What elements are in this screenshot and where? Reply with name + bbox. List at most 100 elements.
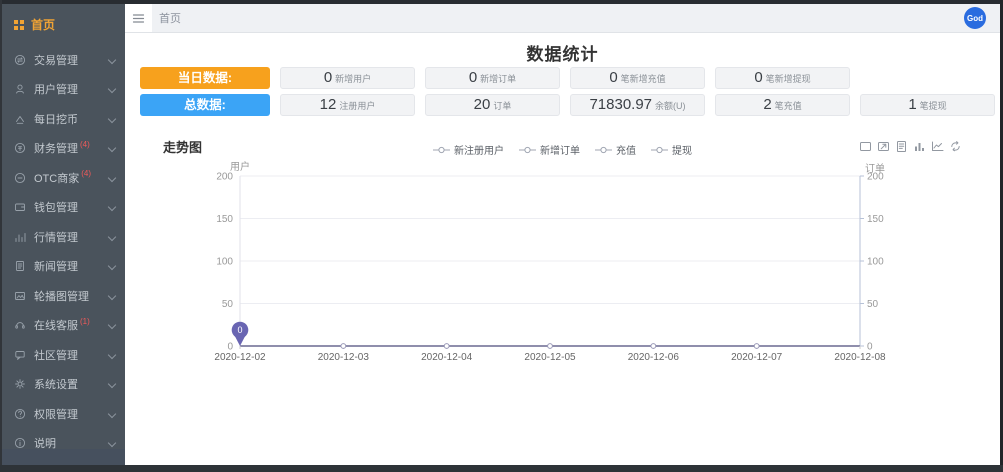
- hamburger-icon: [132, 12, 145, 25]
- community-icon: [14, 349, 26, 361]
- total-label-button[interactable]: 总数据:: [140, 94, 270, 116]
- stat-value: 2: [763, 95, 771, 115]
- otc-icon: [14, 172, 26, 184]
- chevron-down-icon: [108, 351, 116, 359]
- data-point: [754, 344, 759, 349]
- sidebar-item-label: 在线客服: [34, 317, 78, 333]
- stat-value: 12: [320, 95, 337, 115]
- page-title: 数据统计: [125, 40, 1000, 65]
- chevron-down-icon: [108, 56, 116, 64]
- sidebar-item-market[interactable]: 行情管理: [0, 222, 125, 252]
- notification-badge: (1): [80, 317, 90, 326]
- sidebar-item-label: 每日挖币: [34, 111, 78, 127]
- y-left-tick-label: 50: [222, 299, 234, 310]
- data-point: [444, 344, 449, 349]
- avatar[interactable]: God: [964, 7, 986, 29]
- sidebar-item-service[interactable]: 在线客服(1): [0, 311, 125, 341]
- daily-label-button[interactable]: 当日数据:: [140, 67, 270, 89]
- sidebar-home-label: 首页: [31, 16, 55, 33]
- daily-stat-card-3: 0笔新增提现: [715, 67, 850, 89]
- sidebar-item-finance[interactable]: 财务管理(4): [0, 134, 125, 164]
- sidebar-item-label: 财务管理: [34, 140, 78, 156]
- stat-unit: 订单: [493, 99, 511, 112]
- total-stat-card-0: 12注册用户: [280, 94, 415, 116]
- sidebar-item-label: 用户管理: [34, 81, 78, 97]
- stat-unit: 新增用户: [335, 72, 371, 85]
- banner-icon: [14, 290, 26, 302]
- stat-unit: 笔提现: [920, 99, 947, 112]
- users-icon: [14, 83, 26, 95]
- stat-value: 1: [908, 95, 916, 115]
- total-stat-card-1: 20订单: [425, 94, 560, 116]
- mark-point-value: 0: [237, 325, 242, 335]
- sidebar-item-label: 行情管理: [34, 229, 78, 245]
- wallet-icon: [14, 201, 26, 213]
- sidebar-item-label: 交易管理: [34, 52, 78, 68]
- topbar: 首页 God: [125, 4, 1000, 33]
- stat-unit: 笔新增充值: [621, 72, 666, 85]
- y-right-tick-label: 100: [867, 257, 884, 268]
- sidebar-item-news[interactable]: 新闻管理: [0, 252, 125, 282]
- sidebar-item-banner[interactable]: 轮播图管理: [0, 281, 125, 311]
- sidebar-item-label: 权限管理: [34, 406, 78, 422]
- sidebar-collapse-button[interactable]: [125, 4, 152, 32]
- settings-icon: [14, 378, 26, 390]
- x-tick-label: 2020-12-08: [834, 352, 886, 363]
- x-tick-label: 2020-12-02: [214, 352, 266, 363]
- chevron-down-icon: [108, 410, 116, 418]
- sidebar-item-settings[interactable]: 系统设置: [0, 370, 125, 400]
- stat-value: 71830.97: [589, 95, 652, 115]
- service-icon: [14, 319, 26, 331]
- chevron-down-icon: [108, 115, 116, 123]
- y-right-tick-label: 150: [867, 214, 884, 225]
- sidebar-item-home[interactable]: 首页: [0, 4, 125, 41]
- x-tick-label: 2020-12-03: [318, 352, 370, 363]
- chevron-down-icon: [108, 380, 116, 388]
- y-right-tick-label: 50: [867, 299, 879, 310]
- mining-icon: [14, 113, 26, 125]
- chevron-down-icon: [108, 233, 116, 241]
- sidebar-item-label: 钱包管理: [34, 199, 78, 215]
- y-left-tick-label: 0: [227, 342, 233, 353]
- stat-value: 20: [474, 95, 491, 115]
- permissions-icon: [14, 408, 26, 420]
- chevron-down-icon: [108, 174, 116, 182]
- stat-value: 0: [754, 68, 762, 88]
- sidebar-item-label: 社区管理: [34, 347, 78, 363]
- y-left-tick-label: 100: [216, 257, 233, 268]
- chevron-down-icon: [108, 321, 116, 329]
- sidebar-item-mining[interactable]: 每日挖币: [0, 104, 125, 134]
- sidebar-item-community[interactable]: 社区管理: [0, 340, 125, 370]
- home-grid-icon: [14, 20, 24, 30]
- mark-point-pin: 0: [232, 322, 249, 346]
- y-left-tick-label: 150: [216, 214, 233, 225]
- docs-icon: [14, 437, 26, 449]
- sidebar-item-permissions[interactable]: 权限管理: [0, 399, 125, 429]
- market-icon: [14, 231, 26, 243]
- main-content: 数据统计 当日数据:0新增用户0新增订单0笔新增充值0笔新增提现 总数据:12注…: [125, 32, 1000, 465]
- breadcrumb-tab-home[interactable]: 首页: [159, 10, 181, 26]
- sidebar-item-label: OTC商家: [34, 170, 79, 186]
- y-right-tick-label: 200: [867, 172, 884, 183]
- window-edge-top: [0, 0, 1003, 4]
- data-point: [651, 344, 656, 349]
- daily-stat-card-2: 0笔新增充值: [570, 67, 705, 89]
- sidebar-item-wallet[interactable]: 钱包管理: [0, 193, 125, 223]
- x-tick-label: 2020-12-05: [524, 352, 576, 363]
- sidebar-item-label: 轮播图管理: [34, 288, 89, 304]
- sidebar-item-label: 新闻管理: [34, 258, 78, 274]
- chevron-down-icon: [108, 292, 116, 300]
- finance-icon: [14, 142, 26, 154]
- x-tick-label: 2020-12-06: [628, 352, 680, 363]
- sidebar-item-trade[interactable]: 交易管理: [0, 45, 125, 75]
- x-tick-label: 2020-12-07: [731, 352, 783, 363]
- sidebar-item-otc[interactable]: OTC商家(4): [0, 163, 125, 193]
- sidebar-item-label: 系统设置: [34, 376, 78, 392]
- sidebar-item-users[interactable]: 用户管理: [0, 75, 125, 105]
- daily-stat-card-0: 0新增用户: [280, 67, 415, 89]
- notification-badge: (4): [81, 169, 91, 178]
- sidebar-menu: 交易管理用户管理每日挖币财务管理(4)OTC商家(4)钱包管理行情管理新闻管理轮…: [0, 45, 125, 458]
- total-stat-card-2: 71830.97余额(U): [570, 94, 705, 116]
- total-stats-row: 总数据:12注册用户20订单71830.97余额(U)2笔充值1笔提现: [140, 94, 995, 116]
- stat-value: 0: [469, 68, 477, 88]
